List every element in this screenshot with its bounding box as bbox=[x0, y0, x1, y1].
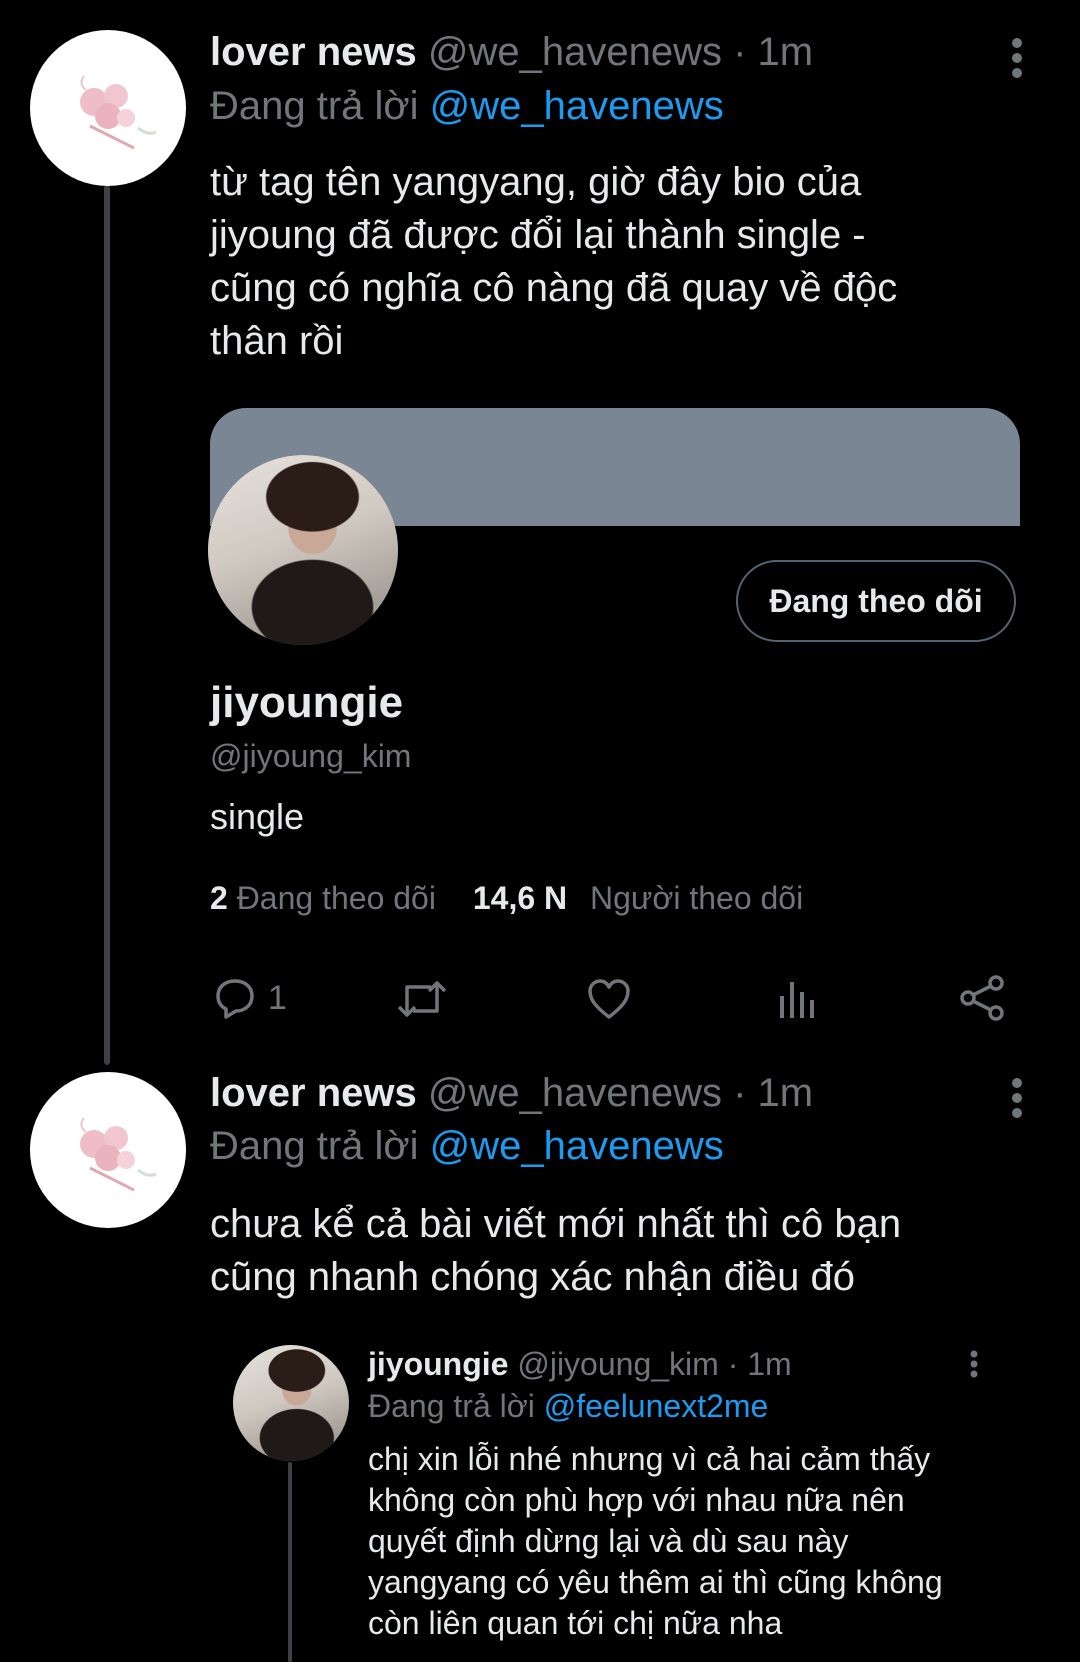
quoted-text: chị xin lỗi nhé nhưng vì cả hai cảm thấy… bbox=[368, 1439, 943, 1644]
profile-avatar[interactable] bbox=[208, 455, 398, 645]
tweet-text-line: jiyoung đã được đổi lại thành single - bbox=[210, 213, 866, 257]
retweet-button[interactable] bbox=[395, 977, 449, 1021]
reply-icon bbox=[216, 979, 254, 1019]
like-icon bbox=[588, 979, 630, 1019]
flower-logo-icon bbox=[80, 75, 157, 150]
reply-to-link[interactable]: @we_havenews bbox=[430, 84, 724, 128]
avatar-lover-news[interactable] bbox=[30, 1072, 186, 1228]
analytics-button[interactable] bbox=[776, 978, 818, 1020]
profile-bio: single bbox=[210, 796, 305, 837]
avatar-lover-news[interactable] bbox=[30, 30, 186, 186]
quoted-text-line: yangyang có yêu thêm ai thì cũng không bbox=[368, 1564, 943, 1600]
quoted-header: jiyoungie @jiyoung_kim · 1m bbox=[368, 1346, 792, 1383]
reply-button[interactable]: 1 bbox=[212, 975, 287, 1021]
reply-prefix: Đang trả lời bbox=[210, 84, 419, 128]
tweet-header: lover news @we_havenews · 1m bbox=[210, 30, 813, 75]
quoted-text-line: quyết định dừng lại và dù sau này bbox=[368, 1523, 849, 1559]
tweet-text-line: cũng nhanh chóng xác nhận điều đó bbox=[210, 1255, 855, 1299]
handle-time[interactable]: @we_havenews · 1m bbox=[428, 30, 813, 74]
following-button-label: Đang theo dõi bbox=[769, 582, 983, 619]
tweet-text: chưa kể cả bài viết mới nhất thì cô bạn … bbox=[210, 1198, 901, 1304]
profile-handle: @jiyoung_kim bbox=[210, 738, 412, 774]
tweet-header: lover news @we_havenews · 1m bbox=[210, 1071, 813, 1116]
reply-context: Đang trả lời @we_havenews bbox=[210, 1124, 724, 1169]
reply-count: 1 bbox=[268, 978, 287, 1017]
followers-label[interactable]: Người theo dõi bbox=[590, 880, 803, 916]
reply-prefix: Đang trả lời bbox=[368, 1388, 535, 1424]
profile-stats: 2 Đang theo dõi 14,6 N Người theo dõi bbox=[210, 880, 803, 917]
thread-line bbox=[288, 1462, 292, 1662]
display-name[interactable]: lover news bbox=[210, 30, 417, 74]
following-button[interactable]: Đang theo dõi bbox=[736, 560, 1016, 642]
following-label[interactable]: Đang theo dõi bbox=[237, 880, 436, 916]
quoted-text-line: chị xin lỗi nhé nhưng vì cả hai cảm thấy bbox=[368, 1441, 931, 1477]
quoted-handle-time[interactable]: @jiyoung_kim · 1m bbox=[517, 1346, 791, 1382]
share-icon bbox=[960, 975, 1004, 1021]
thread-line bbox=[104, 185, 110, 1065]
profile-display-name[interactable]: jiyoungie bbox=[210, 678, 403, 728]
like-button[interactable] bbox=[586, 977, 632, 1021]
quoted-display-name[interactable]: jiyoungie bbox=[368, 1346, 508, 1382]
tweet-text: từ tag tên yangyang, giờ đây bio của jiy… bbox=[210, 156, 897, 368]
reply-context: Đang trả lời @we_havenews bbox=[210, 84, 724, 129]
quoted-text-line: không còn phù hợp với nhau nữa nên bbox=[368, 1482, 905, 1518]
tweet-text-line: chưa kể cả bài viết mới nhất thì cô bạn bbox=[210, 1202, 902, 1246]
more-icon[interactable] bbox=[1005, 1078, 1029, 1118]
analytics-icon bbox=[780, 982, 814, 1018]
display-name[interactable]: lover news bbox=[210, 1071, 417, 1115]
retweet-icon bbox=[397, 981, 447, 1017]
reply-to-link[interactable]: @feelunext2me bbox=[544, 1388, 769, 1424]
reply-prefix: Đang trả lời bbox=[210, 1124, 419, 1168]
quoted-text-line: còn liên quan tới chị nữa nha bbox=[368, 1605, 783, 1641]
more-icon[interactable] bbox=[1005, 38, 1029, 78]
following-count[interactable]: 2 bbox=[210, 880, 228, 916]
tweet-text-line: từ tag tên yangyang, giờ đây bio của bbox=[210, 160, 862, 204]
quoted-avatar[interactable] bbox=[233, 1345, 349, 1461]
tweet-text-line: thân rồi bbox=[210, 319, 344, 363]
followers-count[interactable]: 14,6 N bbox=[473, 880, 567, 916]
quoted-reply-context: Đang trả lời @feelunext2me bbox=[368, 1388, 768, 1425]
reply-to-link[interactable]: @we_havenews bbox=[430, 1124, 724, 1168]
more-icon[interactable] bbox=[966, 1350, 982, 1378]
share-button[interactable] bbox=[958, 974, 1006, 1022]
handle-time[interactable]: @we_havenews · 1m bbox=[428, 1071, 813, 1115]
flower-logo-icon bbox=[80, 1117, 157, 1192]
tweet-text-line: cũng có nghĩa cô nàng đã quay về độc bbox=[210, 266, 898, 310]
